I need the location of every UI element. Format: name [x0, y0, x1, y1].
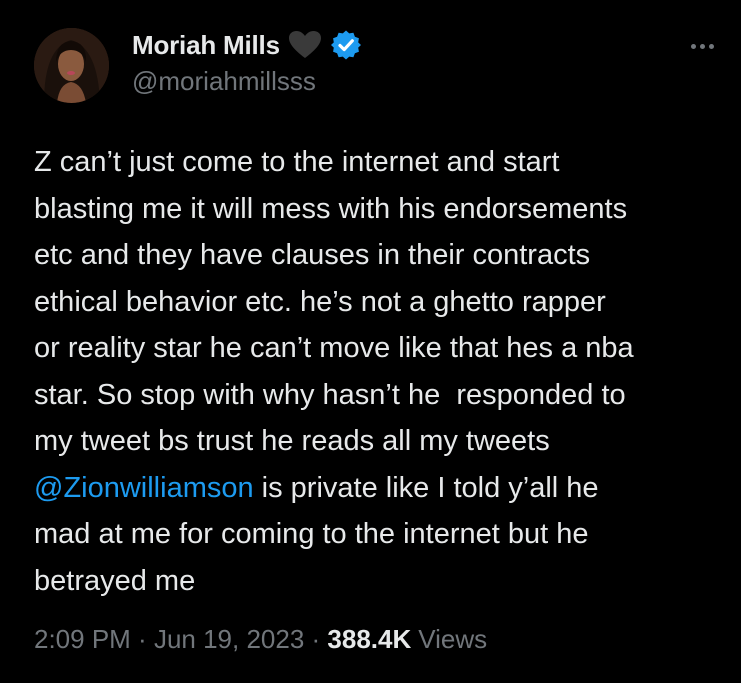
- display-name[interactable]: Moriah Mills: [132, 30, 280, 61]
- tweet-line-rest: is private like I told y’all he: [253, 471, 599, 504]
- more-dot-icon: [690, 43, 696, 49]
- views-count: 388.4K: [327, 624, 412, 654]
- tweet-line: Z can’t just come to the internet and st…: [34, 146, 560, 178]
- tweet-date[interactable]: Jun 19, 2023: [154, 624, 304, 655]
- tweet-line: mad at me for coming to the internet but…: [34, 518, 589, 550]
- tweet-line: etc and they have clauses in their contr…: [34, 239, 591, 271]
- avatar[interactable]: [34, 28, 109, 103]
- meta-separator: ·: [130, 624, 154, 654]
- avatar-image: [34, 28, 109, 103]
- tweet-line: my tweet bs trust he reads all my tweets: [34, 425, 550, 457]
- author-handle[interactable]: @moriahmillsss: [132, 66, 316, 97]
- tweet-meta: 2:09 PM · Jun 19, 2023 · 388.4K Views: [34, 624, 487, 655]
- tweet-time[interactable]: 2:09 PM: [34, 624, 131, 655]
- tweet-line: star. So stop with why hasn’t he respond…: [34, 378, 626, 411]
- tweet-line: ethical behavior etc. he’s not a ghetto …: [34, 285, 606, 318]
- verified-badge-icon[interactable]: [330, 29, 362, 61]
- author-name-row: Moriah Mills: [132, 27, 362, 63]
- tweet-line: betrayed me: [34, 564, 196, 597]
- tweet-line: blasting me it will mess with his endors…: [34, 192, 628, 225]
- mention-link[interactable]: @Zionwilliamson: [34, 472, 254, 504]
- views-label: Views: [418, 624, 488, 654]
- tweet-line: or reality star he can’t move like that …: [34, 332, 634, 364]
- tweet-line-with-mention: @Zionwilliamson is private like I told y…: [34, 465, 724, 512]
- more-dot-icon: [708, 43, 714, 49]
- black-heart-icon: [288, 30, 322, 60]
- tweet-text: Z can’t just come to the internet and st…: [34, 139, 724, 604]
- meta-separator: ·: [304, 624, 328, 654]
- more-options-button[interactable]: [682, 33, 722, 59]
- more-dot-icon: [699, 43, 705, 49]
